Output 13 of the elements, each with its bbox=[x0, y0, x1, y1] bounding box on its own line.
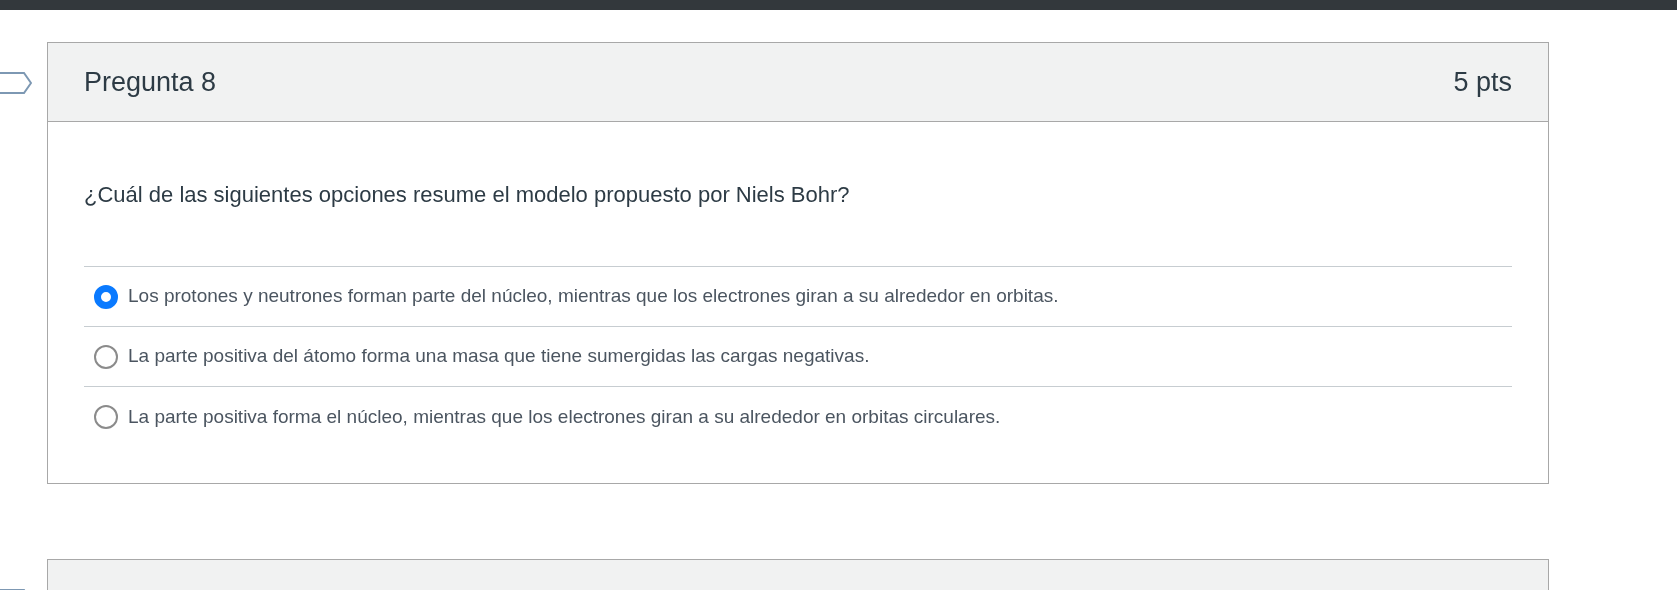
radio-button[interactable] bbox=[94, 284, 118, 309]
answer-text: La parte positiva forma el núcleo, mientras que los electrones giran a su alrededor en orbitas circulares. bbox=[128, 404, 1001, 429]
answer-option[interactable]: La parte positiva del átomo forma una masa que tiene sumergidas las cargas negativas. bbox=[84, 327, 1512, 387]
answer-text: Los protones y neutrones forman parte del núcleo, mientras que los electrones giran a su alrededor en orbitas. bbox=[128, 284, 1059, 309]
radio-button[interactable] bbox=[94, 405, 118, 429]
radio-button[interactable] bbox=[94, 344, 118, 369]
answer-text: La parte positiva del átomo forma una masa que tiene sumergidas las cargas negativas. bbox=[128, 344, 870, 369]
answer-option[interactable]: La parte positiva forma el núcleo, mientras que los electrones giran a su alrededor en orbitas circulares. bbox=[84, 387, 1512, 447]
question-title: Pregunta 8 bbox=[84, 65, 217, 99]
answer-option[interactable]: Los protones y neutrones forman parte del núcleo, mientras que los electrones giran a su alrededor en orbitas. bbox=[84, 267, 1512, 327]
points-label: 5 pts bbox=[1453, 65, 1512, 99]
bookmark-flag-icon[interactable] bbox=[0, 72, 32, 94]
question-text: ¿Cuál de las siguientes opciones resume el modelo propuesto por Niels Bohr? bbox=[84, 181, 851, 209]
